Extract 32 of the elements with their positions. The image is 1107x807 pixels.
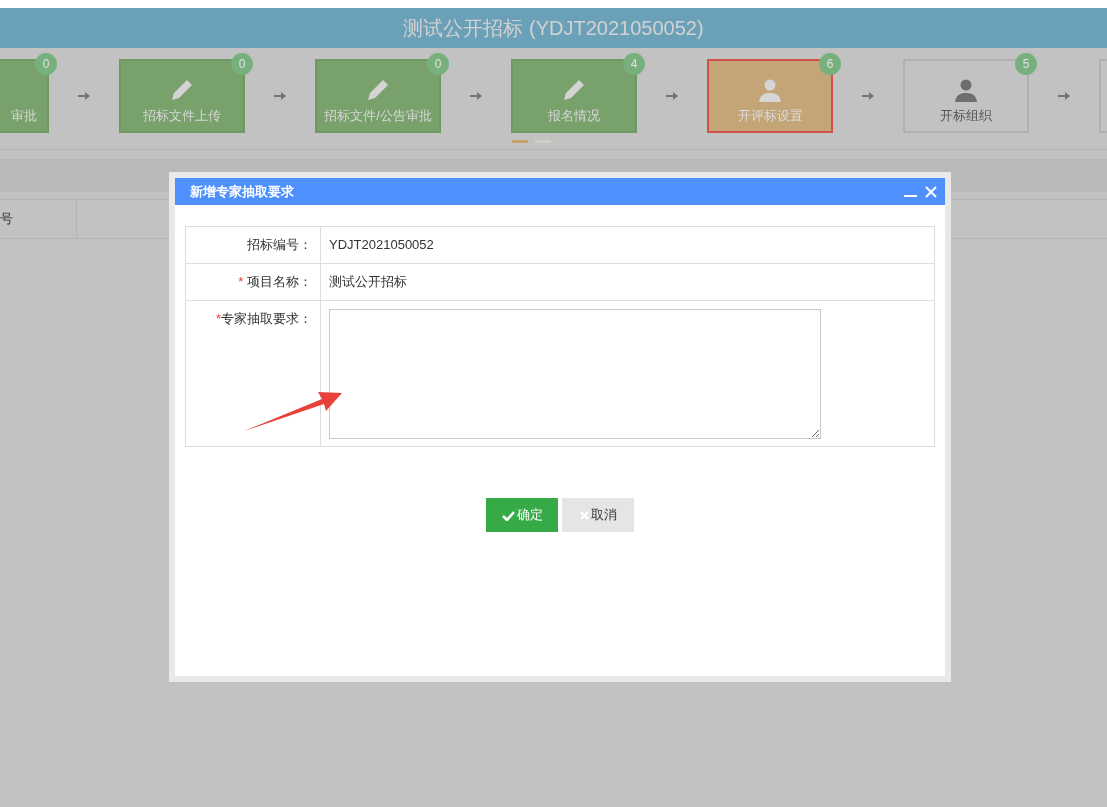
column-header: 号 <box>0 210 13 229</box>
pencil-icon <box>170 77 194 102</box>
field-label: * 项目名称： <box>238 274 312 290</box>
x-icon <box>579 510 589 520</box>
arrow-icon <box>470 91 482 101</box>
person-icon <box>954 77 978 102</box>
pencil-icon <box>366 77 390 102</box>
arrow-icon <box>666 91 678 101</box>
count-badge: 0 <box>35 53 57 75</box>
input-field[interactable] <box>329 309 821 439</box>
field-value: YDJT2021050052 <box>329 237 434 253</box>
person-icon <box>758 77 782 102</box>
arrow-icon <box>862 91 874 101</box>
count-badge: 4 <box>623 53 645 75</box>
count-badge: 0 <box>231 53 253 75</box>
field-label: *专家抽取要求： <box>215 311 312 326</box>
close-icon[interactable] <box>925 185 937 198</box>
carousel-indicator[interactable] <box>511 140 528 143</box>
count-badge: 5 <box>1015 53 1037 75</box>
count-badge: 0 <box>427 53 449 75</box>
dialog-title: 新增专家抽取要求 <box>190 182 294 201</box>
arrow-icon <box>78 91 90 101</box>
page-title: 测试公开招标 (YDJT2021050052) <box>403 16 704 41</box>
count-badge: 6 <box>819 53 841 75</box>
check-icon <box>501 509 515 521</box>
field-label: 招标编号： <box>247 237 312 253</box>
pencil-icon <box>562 77 586 102</box>
confirm-button[interactable]: 确定 <box>486 498 558 532</box>
arrow-icon <box>274 91 286 101</box>
arrow-icon <box>1058 91 1070 101</box>
cancel-button[interactable]: 取消 <box>562 498 634 532</box>
field-value: 测试公开招标 <box>329 274 407 290</box>
